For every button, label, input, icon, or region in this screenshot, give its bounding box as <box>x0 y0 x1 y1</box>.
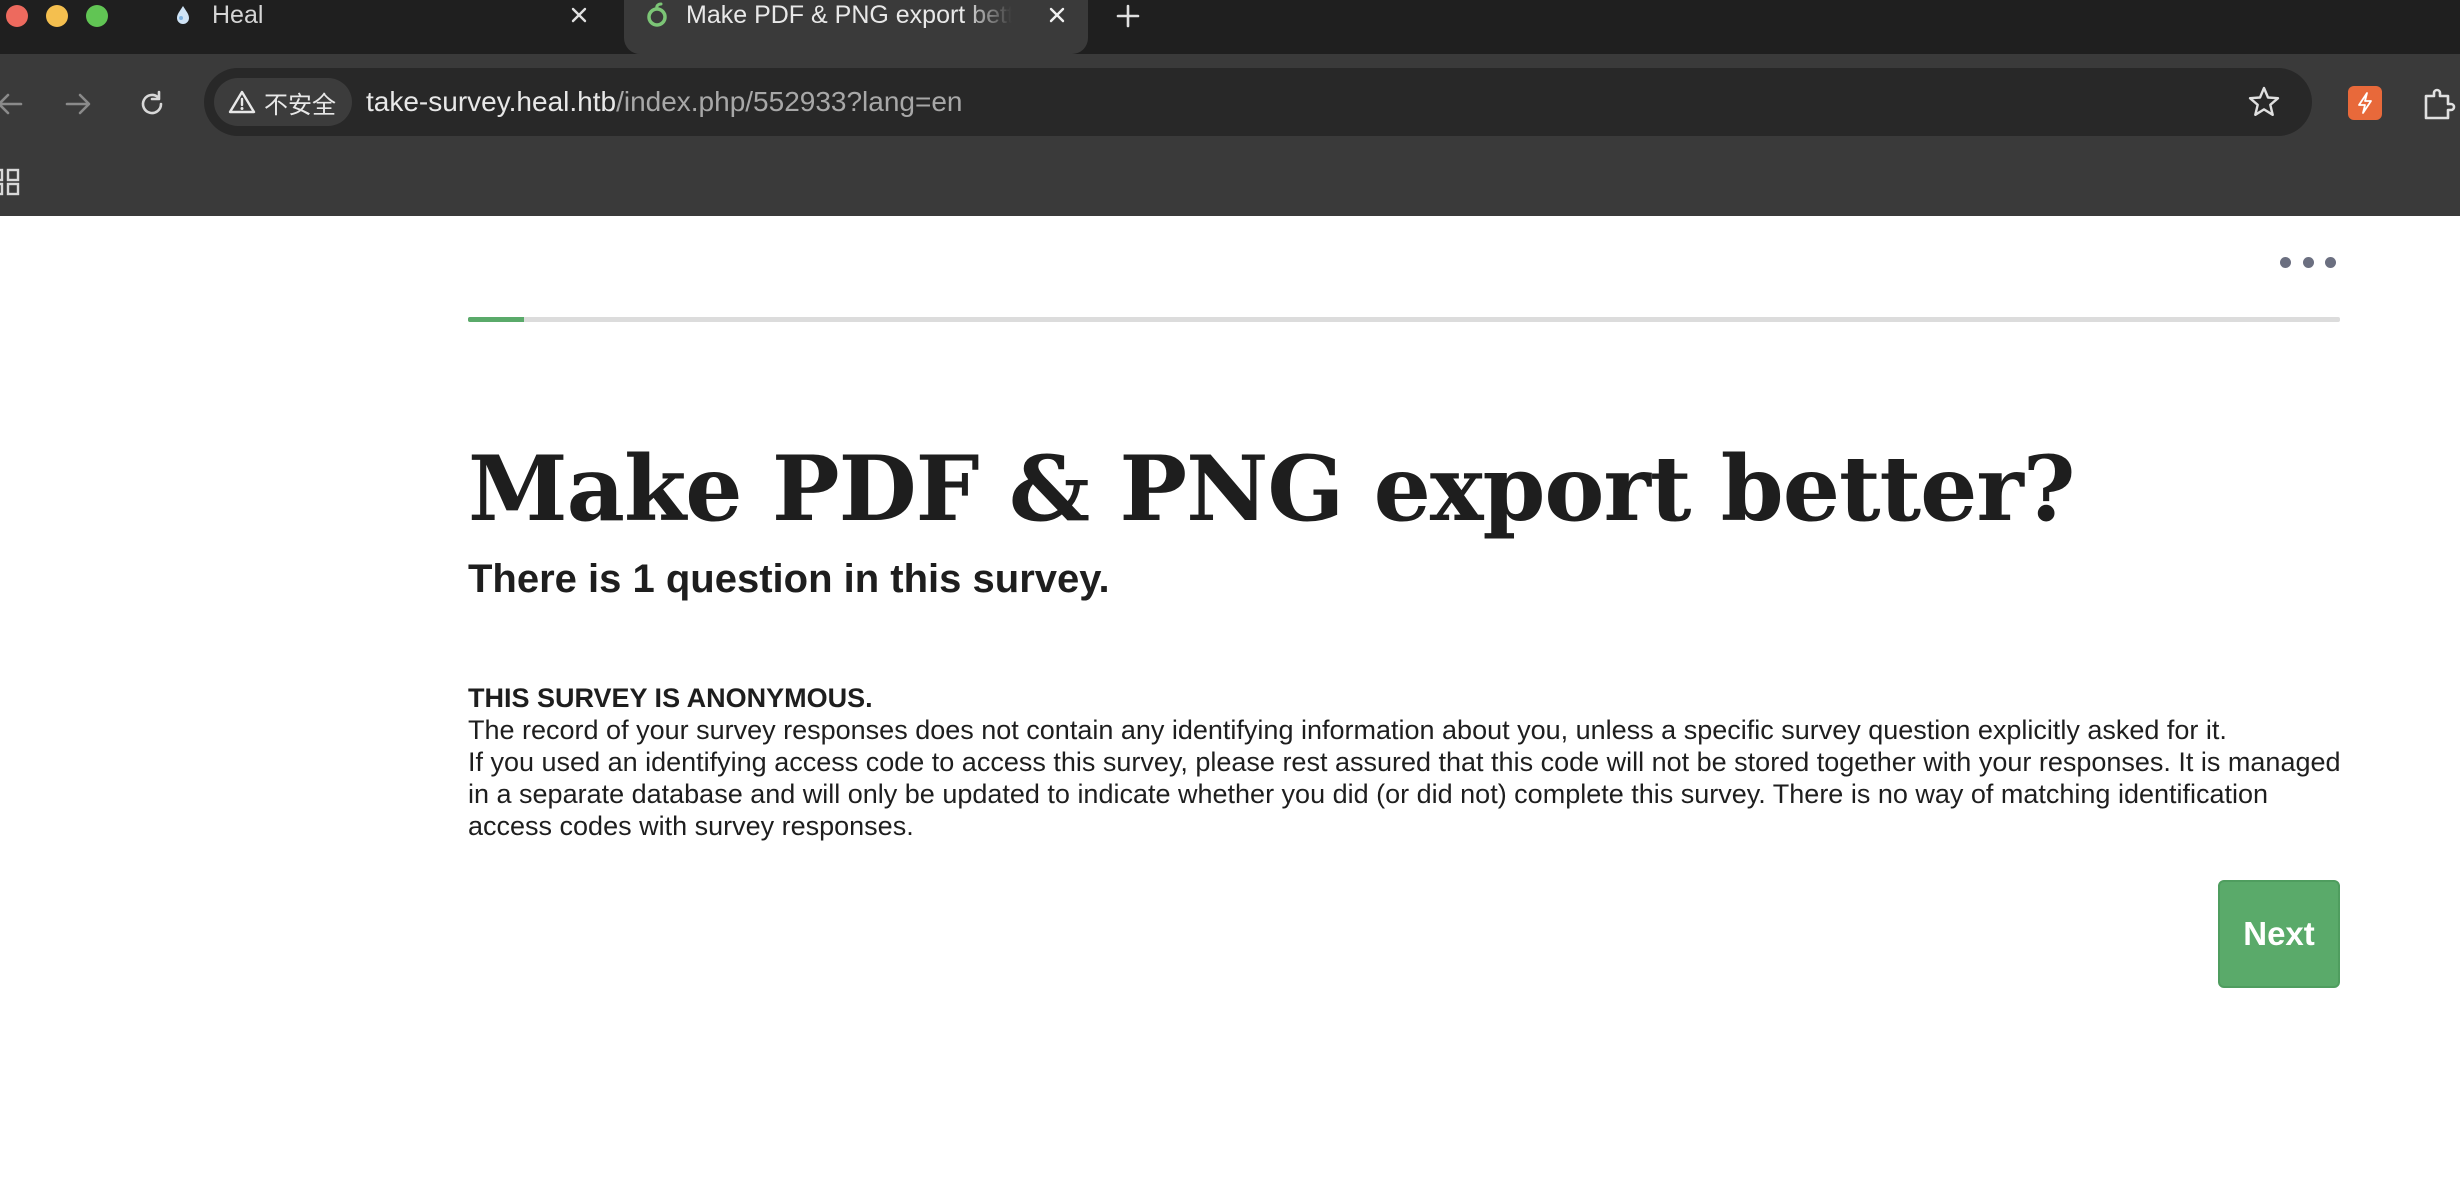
question-count-text: There is 1 question in this survey. <box>468 557 1110 601</box>
address-bar[interactable]: 不安全 take-survey.heal.htb/index.php/55293… <box>204 68 2312 136</box>
survey-progress-fill <box>468 317 525 322</box>
url-path: /index.php/552933?lang=en <box>616 86 963 117</box>
window-minimize-button[interactable] <box>46 5 68 27</box>
tab-survey[interactable]: Make PDF & PNG export bette <box>624 0 1088 54</box>
privacy-heading: THIS SURVEY IS ANONYMOUS. <box>468 683 873 713</box>
privacy-paragraph-2: If you used an identifying access code t… <box>468 747 2341 841</box>
arrow-right-icon <box>65 93 91 115</box>
arrow-left-icon <box>0 93 23 115</box>
extension-lightning-icon[interactable] <box>2348 86 2382 120</box>
tab-heal[interactable]: Heal <box>150 0 610 54</box>
new-tab-button[interactable] <box>1110 0 1146 32</box>
limesurvey-icon <box>647 2 667 27</box>
dot <box>2325 256 2336 268</box>
security-label: 不安全 <box>264 90 336 119</box>
apps-grid-icon[interactable] <box>0 162 24 202</box>
warning-triangle-icon <box>228 90 256 114</box>
tab-title: Make PDF & PNG export bette <box>686 1 1012 29</box>
window-zoom-button[interactable] <box>86 5 108 27</box>
next-button[interactable]: Next <box>2218 880 2340 988</box>
bookmark-star-icon[interactable] <box>2246 84 2282 120</box>
reload-icon <box>141 90 163 115</box>
window-close-button[interactable] <box>6 5 28 27</box>
security-indicator[interactable]: 不安全 <box>214 78 352 126</box>
extensions-puzzle-icon[interactable] <box>2418 84 2458 124</box>
privacy-notice: THIS SURVEY IS ANONYMOUS. The record of … <box>468 682 2344 842</box>
tab-title: Heal <box>212 1 264 29</box>
close-tab-icon[interactable] <box>1042 0 1072 30</box>
heal-drop-icon <box>177 6 189 24</box>
reload-button[interactable] <box>128 80 176 128</box>
bookmarks-bar <box>0 150 2460 216</box>
close-tab-icon[interactable] <box>564 0 594 30</box>
more-options-button[interactable] <box>2280 250 2336 274</box>
url-host: take-survey.heal.htb <box>366 86 617 117</box>
forward-button[interactable] <box>54 80 102 128</box>
plus-icon <box>1116 4 1140 28</box>
survey-progress-bar <box>468 317 2340 322</box>
dot <box>2280 256 2291 268</box>
back-button[interactable] <box>0 80 34 128</box>
dot <box>2302 256 2314 268</box>
privacy-paragraph-1: The record of your survey responses does… <box>468 715 2227 745</box>
url-text[interactable]: take-survey.heal.htb/index.php/552933?la… <box>366 68 963 136</box>
browser-toolbar: 不安全 take-survey.heal.htb/index.php/55293… <box>0 54 2460 150</box>
survey-page: Make PDF & PNG export better? There is 1… <box>0 216 2460 1194</box>
survey-title: Make PDF & PNG export better? <box>468 436 2076 542</box>
browser-tab-strip: Heal Make PDF & PNG export bette <box>0 0 2460 54</box>
